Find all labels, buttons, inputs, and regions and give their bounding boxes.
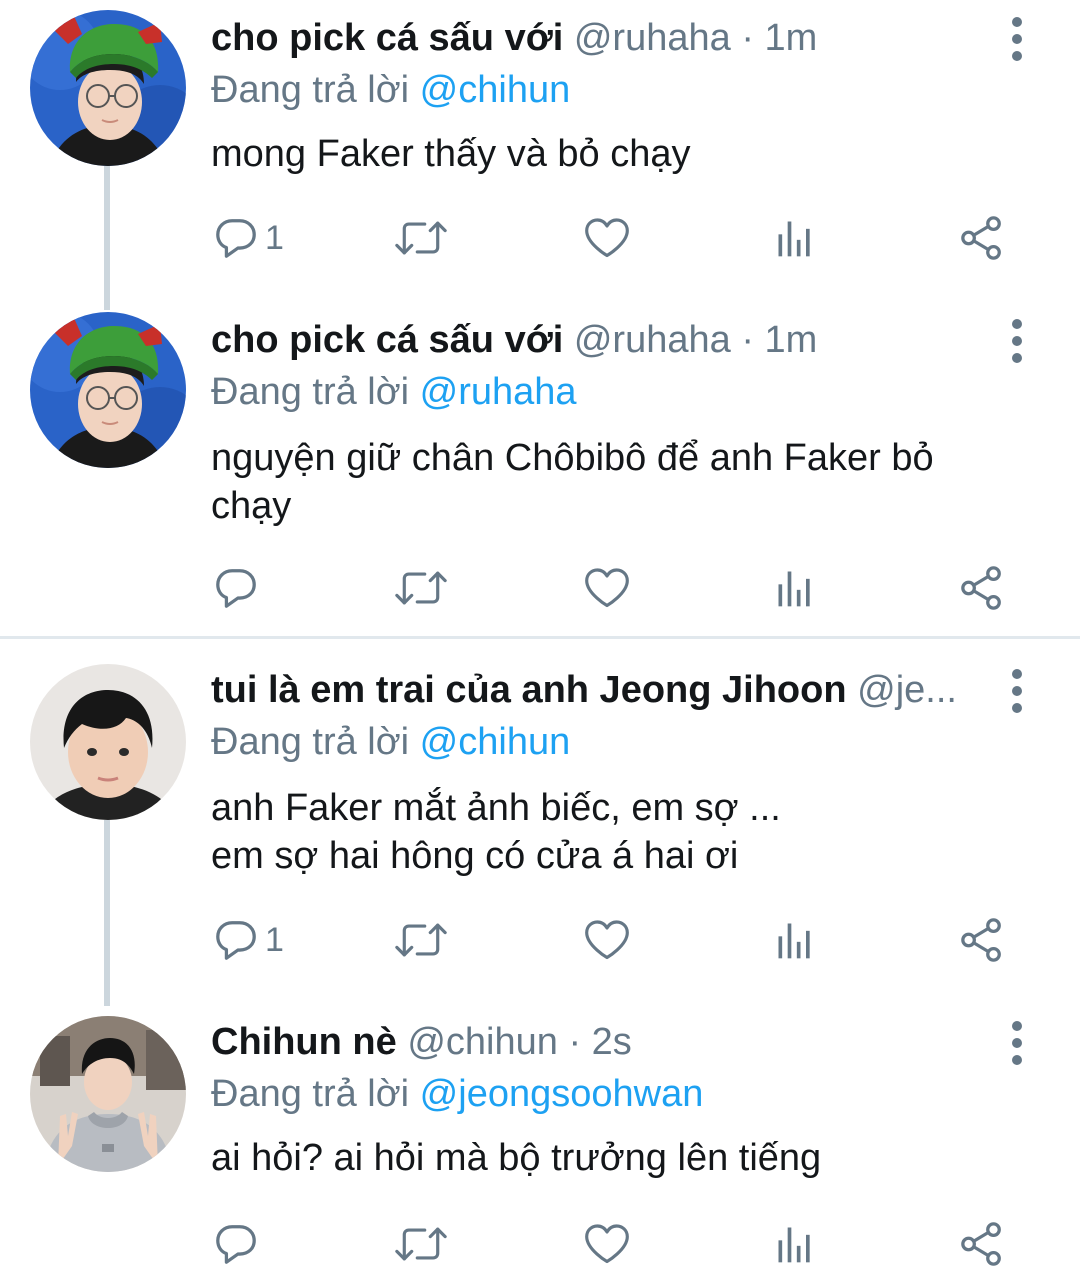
tweet-text: mong Faker thấy và bỏ chạy xyxy=(211,133,691,175)
tweet-header: cho pick cá sấu với @ruhaha · 1m xyxy=(211,14,980,62)
more-vertical-icon[interactable] xyxy=(1000,316,1034,366)
like-button[interactable] xyxy=(583,210,631,266)
analytics-button[interactable] xyxy=(773,912,817,968)
analytics-icon xyxy=(773,216,817,260)
retweet-button[interactable] xyxy=(395,912,447,968)
like-button[interactable] xyxy=(583,1216,631,1272)
reply-icon xyxy=(213,565,259,611)
tweet-text-line: em sợ hai hông có cửa á hai ơi xyxy=(211,835,739,877)
tweet-text: anh Faker mắt ảnh biếc, em sợ ... em sợ … xyxy=(211,784,1011,880)
avatar[interactable] xyxy=(30,312,186,468)
more-vertical-icon[interactable] xyxy=(1000,14,1034,64)
more-vertical-icon[interactable] xyxy=(1000,666,1034,716)
mention-link[interactable]: @ruhaha xyxy=(420,371,577,413)
tweet-text: ai hỏi? ai hỏi mà bộ trưởng lên tiếng xyxy=(211,1137,822,1179)
user-handle[interactable]: @ruhaha xyxy=(574,319,731,361)
user-handle[interactable]: @chihun xyxy=(407,1021,558,1063)
analytics-button[interactable] xyxy=(773,210,817,266)
like-icon xyxy=(583,565,631,611)
analytics-icon xyxy=(773,1222,817,1266)
tweet-text: nguyện giữ chân Chôbibô để anh Faker bỏ … xyxy=(211,437,934,527)
avatar[interactable] xyxy=(30,1016,186,1172)
more-vertical-icon[interactable] xyxy=(1000,1018,1034,1068)
mention-link[interactable]: @chihun xyxy=(420,721,571,763)
retweet-button[interactable] xyxy=(395,1216,447,1272)
separator: · xyxy=(741,17,754,59)
share-icon xyxy=(959,565,1005,611)
reply-button[interactable] xyxy=(213,1216,265,1272)
tweet[interactable]: cho pick cá sấu với @ruhaha · 1m Đang tr… xyxy=(0,302,1080,636)
reply-button[interactable] xyxy=(213,560,265,616)
replying-to-label: Đang trả lời xyxy=(211,371,410,413)
replying-to-label: Đang trả lời xyxy=(211,1073,410,1115)
analytics-button[interactable] xyxy=(773,1216,817,1272)
user-handle[interactable]: @je... xyxy=(857,669,957,711)
tweet-header: cho pick cá sấu với @ruhaha · 1m xyxy=(211,316,980,364)
mention-link[interactable]: @chihun xyxy=(420,69,571,111)
display-name[interactable]: cho pick cá sấu với xyxy=(211,17,563,59)
retweet-button[interactable] xyxy=(395,560,447,616)
share-icon xyxy=(959,215,1005,261)
share-button[interactable] xyxy=(959,560,1005,616)
reply-icon xyxy=(213,1221,259,1267)
action-bar: 1 xyxy=(205,210,1025,266)
share-button[interactable] xyxy=(959,1216,1005,1272)
user-handle[interactable]: @ruhaha xyxy=(574,17,731,59)
replying-to: Đang trả lời @chihun xyxy=(211,66,570,114)
share-button[interactable] xyxy=(959,912,1005,968)
action-bar xyxy=(205,1216,1025,1272)
reply-icon xyxy=(213,215,259,261)
tweet[interactable]: cho pick cá sấu với @ruhaha · 1m Đang tr… xyxy=(0,0,1080,310)
like-icon xyxy=(583,1221,631,1267)
retweet-icon xyxy=(395,1221,447,1267)
display-name[interactable]: cho pick cá sấu với xyxy=(211,319,563,361)
replying-to-label: Đang trả lời xyxy=(211,69,410,111)
retweet-button[interactable] xyxy=(395,210,447,266)
tweet[interactable]: Chihun nè @chihun · 2s Đang trả lời @jeo… xyxy=(0,1004,1080,1277)
replying-to: Đang trả lời @ruhaha xyxy=(211,368,577,416)
tweet-text-line: anh Faker mắt ảnh biếc, em sợ ... xyxy=(211,787,781,829)
timestamp[interactable]: 2s xyxy=(592,1021,632,1063)
retweet-icon xyxy=(395,565,447,611)
replying-to-label: Đang trả lời xyxy=(211,721,410,763)
display-name[interactable]: tui là em trai của anh Jeong Jihoon xyxy=(211,669,847,711)
reply-button[interactable]: 1 xyxy=(213,210,284,266)
tweet-header: tui là em trai của anh Jeong Jihoon @je.… xyxy=(211,666,980,714)
retweet-icon xyxy=(395,917,447,963)
avatar[interactable] xyxy=(30,664,186,820)
like-icon xyxy=(583,215,631,261)
tweet-header: Chihun nè @chihun · 2s xyxy=(211,1018,980,1066)
analytics-icon xyxy=(773,566,817,610)
action-bar xyxy=(205,560,1025,616)
share-button[interactable] xyxy=(959,210,1005,266)
analytics-icon xyxy=(773,918,817,962)
thread-line xyxy=(104,166,110,310)
replying-to: Đang trả lời @jeongsoohwan xyxy=(211,1070,703,1118)
share-icon xyxy=(959,1221,1005,1267)
analytics-button[interactable] xyxy=(773,560,817,616)
timestamp[interactable]: 1m xyxy=(765,17,818,59)
reply-count: 1 xyxy=(265,920,284,959)
timestamp[interactable]: 1m xyxy=(765,319,818,361)
separator: · xyxy=(568,1021,582,1063)
separator: · xyxy=(741,319,754,361)
mention-link[interactable]: @jeongsoohwan xyxy=(420,1073,704,1115)
reply-button[interactable]: 1 xyxy=(213,912,284,968)
tweet[interactable]: tui là em trai của anh Jeong Jihoon @je.… xyxy=(0,652,1080,1006)
retweet-icon xyxy=(395,215,447,261)
like-button[interactable] xyxy=(583,912,631,968)
like-button[interactable] xyxy=(583,560,631,616)
thread-line xyxy=(104,820,110,1006)
reply-icon xyxy=(213,917,259,963)
action-bar: 1 xyxy=(205,912,1025,968)
avatar[interactable] xyxy=(30,10,186,166)
conversation-divider xyxy=(0,636,1080,639)
replying-to: Đang trả lời @chihun xyxy=(211,718,570,766)
reply-count: 1 xyxy=(265,218,284,257)
like-icon xyxy=(583,917,631,963)
share-icon xyxy=(959,917,1005,963)
display-name[interactable]: Chihun nè xyxy=(211,1021,397,1063)
